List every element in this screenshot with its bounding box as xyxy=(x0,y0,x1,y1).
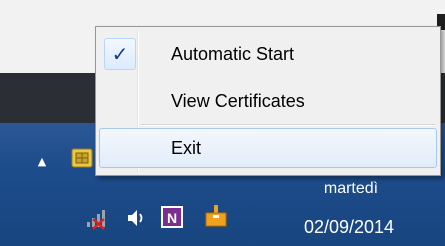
smart-card-reader-icon[interactable] xyxy=(70,146,94,170)
menu-item-label: Automatic Start xyxy=(171,44,295,64)
show-hidden-icons-button[interactable]: ▲ xyxy=(34,155,50,169)
sticky-briefcase-icon[interactable] xyxy=(203,203,227,227)
menu-item-label: View Certificates xyxy=(171,91,305,111)
menu-item-label: Exit xyxy=(171,138,202,158)
menu-separator xyxy=(141,124,435,126)
menu-item-exit[interactable]: Exit xyxy=(99,128,437,168)
menu-item-automatic-start[interactable]: ✓ Automatic Start xyxy=(99,34,437,74)
checkmark-indicator: ✓ xyxy=(104,38,136,70)
tray-context-menu: ✓ Automatic Start View Certificates Exit xyxy=(95,26,441,176)
clock-day[interactable]: martedì xyxy=(296,178,406,200)
menu-item-view-certificates[interactable]: View Certificates xyxy=(99,81,437,121)
checkmark-icon: ✓ xyxy=(111,42,129,66)
onenote-icon[interactable]: N xyxy=(160,205,184,229)
svg-text:N: N xyxy=(167,210,177,226)
clock-date[interactable]: 02/09/2014 xyxy=(279,214,419,240)
speaker-icon[interactable] xyxy=(124,206,148,230)
network-disconnected-icon[interactable] xyxy=(84,206,108,230)
